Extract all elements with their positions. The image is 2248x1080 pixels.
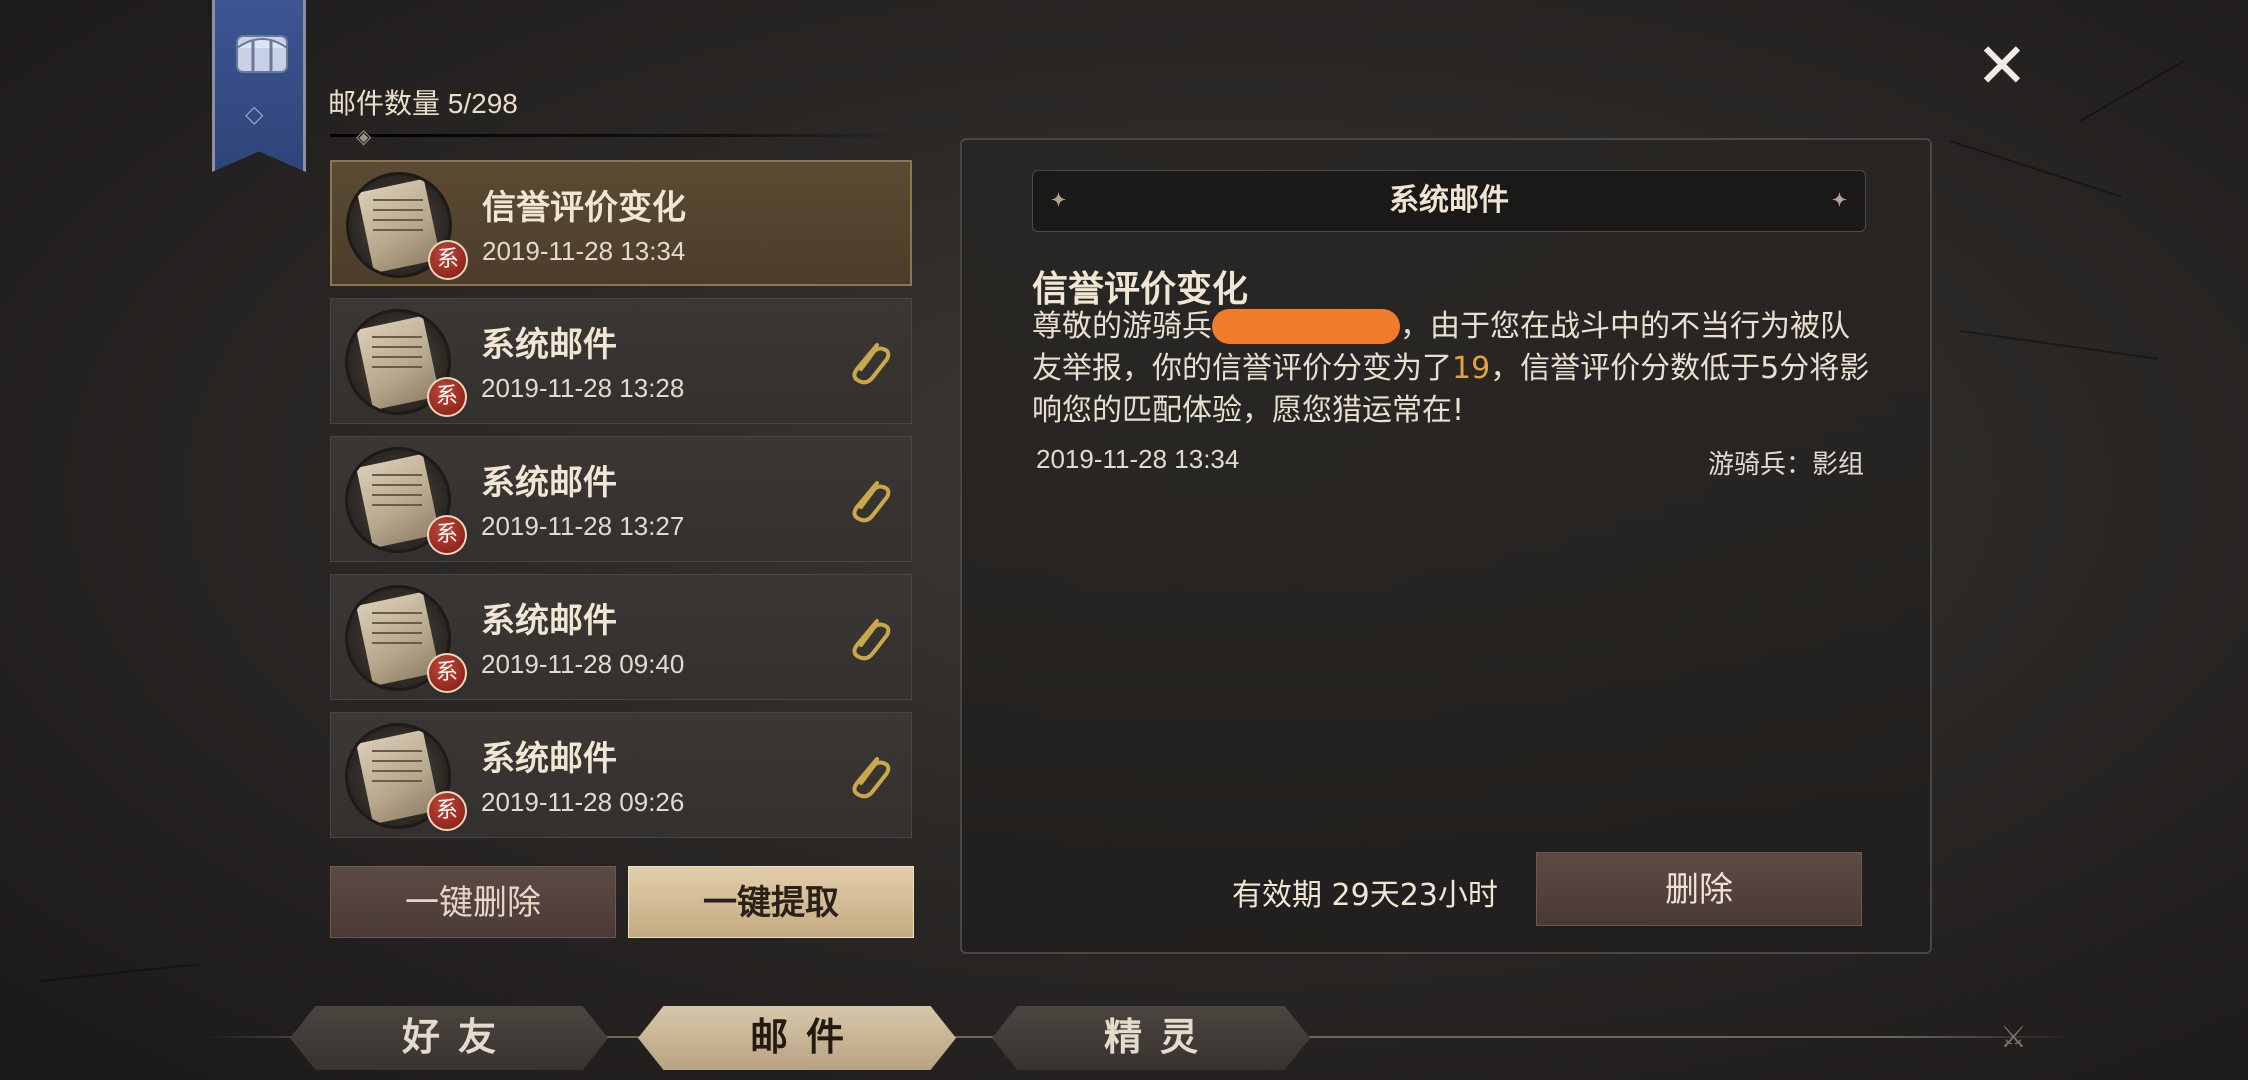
- mail-title: 系统邮件: [481, 739, 617, 779]
- scroll-lines: [372, 336, 422, 376]
- body-text: 尊敬的游骑兵: [1032, 309, 1212, 344]
- banner-ornament: ◇: [245, 100, 264, 128]
- mail-title: 系统邮件: [481, 325, 617, 365]
- mail-list-item[interactable]: 系系统邮件 2019-11-28 09:40: [330, 574, 912, 700]
- mail-time: 2019-11-28 13:27: [481, 511, 685, 541]
- delete-button[interactable]: 删除: [1536, 852, 1862, 926]
- mail-count-label: 邮件数量: [328, 88, 441, 119]
- crossbow-ornament-icon: ⚔: [2000, 1020, 2027, 1055]
- mail-title: 系统邮件: [481, 601, 617, 641]
- delete-all-button[interactable]: 一键删除: [330, 866, 616, 938]
- system-badge: 系: [427, 377, 467, 417]
- tab-mail[interactable]: 邮件: [638, 1006, 956, 1070]
- system-badge: 系: [427, 791, 467, 831]
- star-ornament-icon: ✦: [1831, 190, 1847, 211]
- claim-all-button[interactable]: 一键提取: [628, 866, 914, 938]
- system-badge: 系: [428, 240, 468, 280]
- mail-time: 2019-11-28 09:40: [481, 649, 685, 679]
- mail-list-item[interactable]: 系信誉评价变化 2019-11-28 13:34: [330, 160, 912, 286]
- scroll-lines: [372, 750, 422, 790]
- player-name: 睡梦中的王者: [1212, 309, 1400, 344]
- mail-title: 系统邮件: [481, 463, 617, 503]
- system-badge: 系: [427, 515, 467, 555]
- mail-title: 信誉评价变化: [482, 188, 686, 228]
- mail-detail-panel: ✦ 系统邮件 ✦ 信誉评价变化 尊敬的游骑兵 睡梦中的王者 ，由于您在战斗中的不当行…: [960, 138, 1932, 954]
- mail-time: 2019-11-28 09:26: [481, 787, 685, 817]
- mail-list-item[interactable]: 系系统邮件 2019-11-28 13:28: [330, 298, 912, 424]
- background-crack: [39, 963, 200, 982]
- detail-sender: 游骑兵：影组: [1707, 450, 1864, 480]
- background-crack: [2079, 60, 2185, 122]
- mail-list-item[interactable]: 系系统邮件 2019-11-28 09:26: [330, 712, 912, 838]
- detail-header: ✦ 系统邮件 ✦: [1032, 170, 1866, 232]
- paperclip-icon: [852, 757, 891, 799]
- background-crack: [1959, 330, 2159, 360]
- mail-list-item[interactable]: 系系统邮件 2019-11-28 13:27: [330, 436, 912, 562]
- scroll-lines: [373, 199, 423, 239]
- star-ornament-icon: ✦: [1051, 190, 1067, 211]
- detail-body: 尊敬的游骑兵 睡梦中的王者 ，由于您在战斗中的不当行为被队友举报，你的信誉评价分变为…: [1032, 306, 1872, 432]
- detail-header-label: 系统邮件: [1389, 183, 1509, 218]
- diamond-ornament-icon: ◈: [356, 124, 372, 148]
- divider: [330, 134, 910, 137]
- chest-icon: [236, 35, 288, 73]
- detail-title: 信誉评价变化: [1032, 268, 1249, 310]
- detail-time: 2019-11-28 13:34: [1036, 444, 1240, 474]
- validity-label: 有效期 29天23小时: [1232, 878, 1498, 913]
- credit-score: 19: [1452, 351, 1491, 386]
- mail-time: 2019-11-28 13:34: [482, 236, 686, 266]
- mail-count-value: 5/298: [447, 88, 518, 119]
- scroll-lines: [372, 612, 422, 652]
- paperclip-icon: [852, 619, 891, 661]
- paperclip-icon: [852, 343, 891, 385]
- mail-count: 邮件数量 5/298: [328, 82, 518, 122]
- background-crack: [1949, 140, 2122, 198]
- mail-list: 系信誉评价变化 2019-11-28 13:34 系系统邮件 2019-11-28 1…: [330, 160, 912, 850]
- mail-banner: ◇: [212, 0, 306, 172]
- paperclip-icon: [852, 481, 891, 523]
- tab-spirits[interactable]: 精灵: [992, 1006, 1310, 1070]
- system-badge: 系: [427, 653, 467, 693]
- scroll-lines: [372, 474, 422, 514]
- mail-time: 2019-11-28 13:28: [481, 373, 685, 403]
- close-icon[interactable]: ✕: [1972, 35, 2032, 97]
- tab-friends[interactable]: 好友: [290, 1006, 608, 1070]
